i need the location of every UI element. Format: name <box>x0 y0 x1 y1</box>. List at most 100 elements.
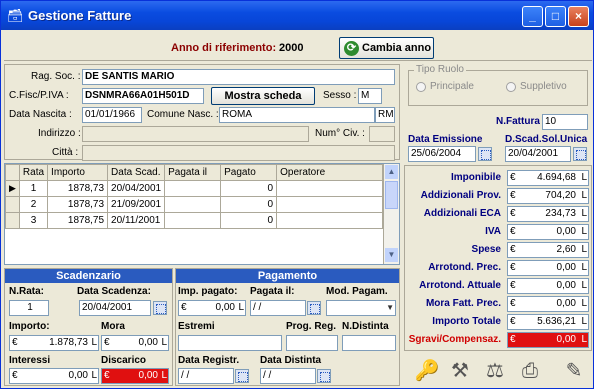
column-header[interactable]: Rata <box>18 164 49 181</box>
euro-symbol: € <box>510 298 516 309</box>
civic-field[interactable] <box>369 126 395 142</box>
lire-unit: L <box>581 190 587 201</box>
extremes-label: Estremi <box>178 321 215 332</box>
distinta-number-field[interactable] <box>342 335 396 351</box>
lire-unit: L <box>161 370 167 381</box>
maximize-button[interactable]: □ <box>545 6 566 27</box>
city-field[interactable] <box>82 145 395 161</box>
table-scrollbar[interactable]: ▲ ▼ <box>383 164 399 264</box>
interest-value: 0,00 <box>68 370 88 381</box>
suppletivo-radio[interactable] <box>506 82 516 92</box>
table-row[interactable]: 2 1878,73 21/09/2001 0 <box>5 196 383 213</box>
distinta-date-field[interactable]: / / <box>260 368 316 384</box>
registration-date-field[interactable]: / / <box>178 368 234 384</box>
calendar-icon[interactable] <box>235 369 249 383</box>
table-cell: 1878,73 <box>47 180 109 197</box>
lire-unit: L <box>581 208 587 219</box>
euro-symbol: € <box>510 316 516 327</box>
issue-date-field[interactable]: 25/06/2004 <box>408 146 476 162</box>
show-card-button[interactable]: Mostra scheda <box>211 87 315 105</box>
table-row[interactable]: ▶ 1 1878,73 20/04/2001 0 <box>5 180 383 197</box>
ragsoc-label: Rag. Soc. : <box>31 71 81 82</box>
keys-icon[interactable]: 🔑 <box>414 358 440 384</box>
paid-amount-value: 0,00 <box>215 302 235 313</box>
notepad-icon[interactable]: ✎ <box>561 358 587 384</box>
province-field[interactable]: RM <box>375 107 395 123</box>
sex-field[interactable]: M <box>358 88 382 104</box>
cf-field[interactable]: DSNMRA66A01H501D <box>82 88 204 104</box>
totals-number: 0,00 <box>556 262 576 273</box>
column-header[interactable]: Operatore <box>276 164 383 181</box>
column-header[interactable]: Data Scad. <box>107 164 166 181</box>
rate-table-container: Rata Importo Data Scad. Pagata il Pagato… <box>4 163 400 265</box>
totals-value[interactable]: €2,60 L <box>507 242 589 258</box>
table-cell: 1 <box>18 180 49 197</box>
scroll-up-icon[interactable]: ▲ <box>385 165 398 179</box>
totals-value[interactable]: €0,00 L <box>507 278 589 294</box>
prog-reg-field[interactable] <box>286 335 338 351</box>
title-bar: 🗃 Gestione Fatture _ □ × <box>1 1 593 30</box>
single-due-date-field[interactable]: 20/04/2001 <box>505 146 571 162</box>
invoice-number-field[interactable]: 10 <box>542 114 588 130</box>
birth-town-field[interactable]: ROMA <box>219 107 375 123</box>
ragsoc-field[interactable]: DE SANTIS MARIO <box>82 69 395 85</box>
payment-mode-label: Mod. Pagam. <box>326 286 388 297</box>
calendar-icon[interactable] <box>317 369 331 383</box>
principale-radio[interactable] <box>416 82 426 92</box>
totals-value[interactable]: €234,73 L <box>507 206 589 222</box>
totals-number: 0,00 <box>556 226 576 237</box>
totals-number: 5.636,21 <box>537 316 576 327</box>
refresh-icon: ⟳ <box>344 41 359 56</box>
minimize-button[interactable]: _ <box>522 6 543 27</box>
calendar-icon[interactable] <box>153 301 167 315</box>
mora-field[interactable]: € 0,00 L <box>101 335 169 351</box>
chevron-down-icon[interactable]: ▼ <box>386 301 394 315</box>
payment-mode-select[interactable]: ▼ <box>326 300 396 316</box>
totals-value[interactable]: €4.694,68 L <box>507 170 589 186</box>
interest-field[interactable]: € 0,00 L <box>9 368 99 384</box>
amount-field[interactable]: € 1.878,73 L <box>9 335 99 351</box>
table-cell <box>276 196 383 213</box>
mora-label: Mora <box>101 321 125 332</box>
totals-value[interactable]: €0,00 L <box>507 224 589 240</box>
totals-value[interactable]: €0,00 L <box>507 260 589 276</box>
scales-icon[interactable]: ⚖ <box>482 358 508 384</box>
totals-value[interactable]: €704,20 L <box>507 188 589 204</box>
rate-number-field[interactable]: 1 <box>9 300 49 316</box>
close-button[interactable]: × <box>568 6 589 27</box>
table-row[interactable]: 3 1878,75 20/11/2001 0 <box>5 212 383 229</box>
table-cell: 0 <box>220 180 278 197</box>
birth-date-field[interactable]: 01/01/1966 <box>82 107 142 123</box>
paid-amount-field[interactable]: € 0,00 L <box>178 300 246 316</box>
calendar-icon[interactable] <box>573 147 587 161</box>
scroll-thumb[interactable] <box>385 181 398 209</box>
printer-icon[interactable]: ⎙ <box>517 358 543 384</box>
row-selector-header <box>5 164 20 181</box>
totals-label: Importo Totale <box>432 316 501 327</box>
column-header[interactable]: Pagata il <box>164 164 222 181</box>
year-value: 2000 <box>279 42 304 54</box>
totals-value[interactable]: €5.636,21 L <box>507 314 589 330</box>
paid-date-field[interactable]: / / <box>250 300 306 316</box>
address-field[interactable] <box>82 126 309 142</box>
tools-icon[interactable]: ⚒ <box>447 358 473 384</box>
extremes-field[interactable] <box>178 335 282 351</box>
distinta-number-label: N.Distinta <box>342 321 389 332</box>
year-label: Anno di riferimento: <box>171 42 277 54</box>
birth-town-label: Comune Nasc. : <box>147 109 219 120</box>
due-date-field[interactable]: 20/04/2001 <box>79 300 151 316</box>
calendar-icon[interactable] <box>307 301 321 315</box>
calendar-icon[interactable] <box>478 147 492 161</box>
totals-value[interactable]: €0,00 L <box>507 332 589 348</box>
scroll-down-icon[interactable]: ▼ <box>385 248 398 262</box>
discharge-label: Discarico <box>101 355 147 366</box>
totals-value[interactable]: €0,00 L <box>507 296 589 312</box>
discharge-field[interactable]: € 0,00 L <box>101 368 169 384</box>
change-year-button[interactable]: ⟳ Cambia anno <box>339 37 434 59</box>
euro-symbol: € <box>510 334 516 345</box>
window-title: Gestione Fatture <box>28 8 132 23</box>
column-header[interactable]: Importo <box>47 164 109 181</box>
column-header[interactable]: Pagato <box>220 164 278 181</box>
row-selector <box>5 212 20 229</box>
totals-number: 704,20 <box>545 190 576 201</box>
